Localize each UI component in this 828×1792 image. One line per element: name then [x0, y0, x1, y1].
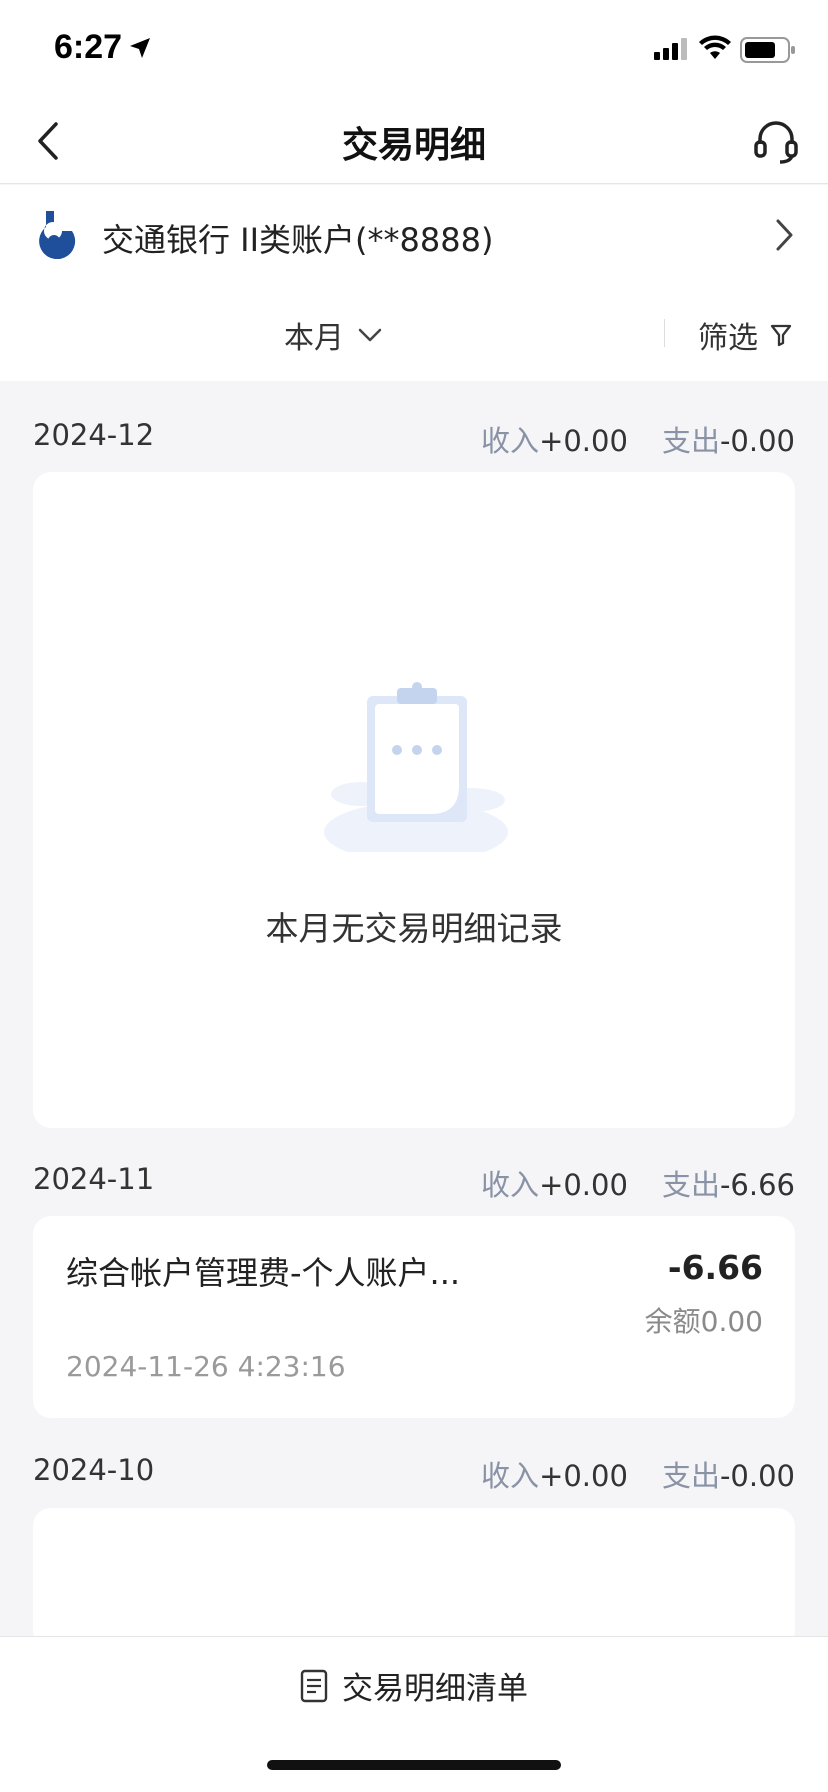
transaction-description: 综合帐户管理费-个人账户...: [66, 1254, 461, 1292]
transaction-balance: 余额0.00: [644, 1305, 763, 1338]
status-bar: 6:27: [0, 0, 828, 100]
filter-bar: 本月 筛选: [0, 285, 828, 381]
home-indicator: [267, 1760, 561, 1770]
statement-label: 交易明细清单: [342, 1671, 528, 1707]
month-picker[interactable]: 本月: [284, 313, 382, 357]
cellular-signal-icon: [654, 38, 687, 60]
battery-icon: [740, 37, 795, 63]
month-picker-label: 本月: [284, 321, 344, 356]
expense-value: -0.00: [719, 1459, 795, 1493]
transaction-item[interactable]: 综合帐户管理费-个人账户... -6.66 余额0.00 2024-11-26 …: [33, 1216, 795, 1418]
month-header: 2024-10 收入+0.00 支出-0.00: [33, 1453, 795, 1493]
income-value: +0.00: [539, 424, 628, 458]
divider: [664, 319, 665, 347]
status-time: 6:27: [54, 28, 123, 66]
page-title: 交易明细: [341, 125, 486, 166]
funnel-icon: [770, 324, 792, 347]
month-summary: 收入+0.00 支出-6.66: [481, 1162, 795, 1204]
month-date: 2024-10: [33, 1453, 155, 1487]
expense-value: -0.00: [719, 424, 795, 458]
location-arrow-icon: [130, 38, 150, 58]
filter-button[interactable]: 筛选: [698, 313, 792, 357]
account-selector[interactable]: 交通银行 II类账户(**8888): [0, 185, 828, 285]
month-date: 2024-12: [33, 418, 155, 452]
nav-bar: 交易明细: [0, 100, 828, 184]
expense-value: -6.66: [719, 1168, 795, 1202]
filter-label: 筛选: [698, 321, 758, 356]
transaction-time: 2024-11-26 4:23:16: [66, 1350, 346, 1383]
month-card-empty: 本月无交易明细记录: [33, 472, 795, 1128]
statement-button[interactable]: 交易明细清单: [0, 1663, 828, 1708]
income-label: 收入: [481, 1168, 540, 1202]
bank-logo: [39, 211, 76, 259]
month-date: 2024-11: [33, 1162, 155, 1196]
document-icon: [300, 1669, 328, 1702]
empty-state-text: 本月无交易明细记录: [265, 909, 563, 948]
empty-clipboard-icon: [324, 682, 508, 852]
month-card: [33, 1508, 795, 1648]
headset-icon[interactable]: [752, 118, 800, 166]
expense-label: 支出: [661, 1459, 720, 1493]
income-value: +0.00: [539, 1459, 628, 1493]
wifi-icon: [699, 35, 731, 59]
expense-label: 支出: [661, 424, 720, 458]
month-header: 2024-11 收入+0.00 支出-6.66: [33, 1162, 795, 1202]
income-value: +0.00: [539, 1168, 628, 1202]
income-label: 收入: [481, 1459, 540, 1493]
chevron-down-icon: [358, 328, 382, 342]
month-header: 2024-12 收入+0.00 支出-0.00: [33, 418, 795, 458]
month-summary: 收入+0.00 支出-0.00: [481, 1453, 795, 1495]
transaction-amount: -6.66: [667, 1248, 763, 1287]
account-name: 交通银行 II类账户(**8888): [102, 221, 494, 259]
expense-label: 支出: [661, 1168, 720, 1202]
income-label: 收入: [481, 424, 540, 458]
month-summary: 收入+0.00 支出-0.00: [481, 418, 795, 460]
chevron-right-icon: [776, 219, 793, 251]
